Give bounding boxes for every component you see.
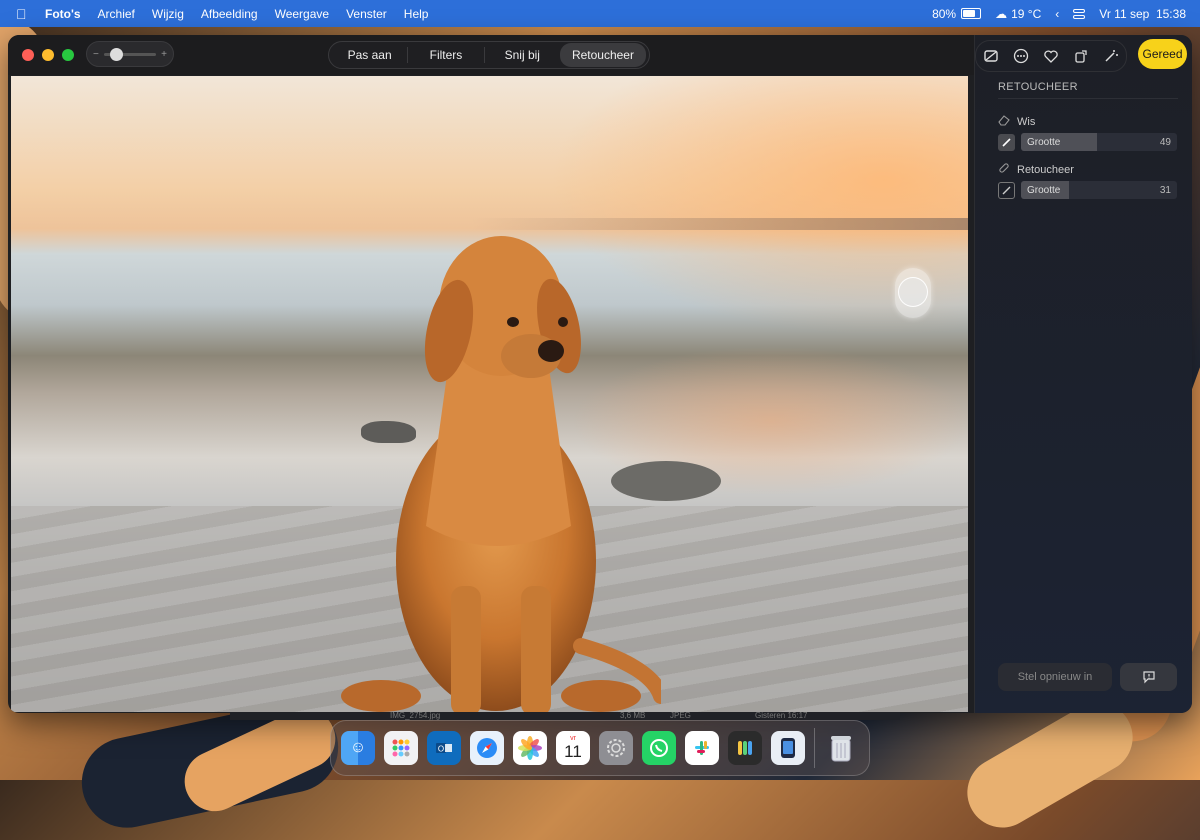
- feedback-button[interactable]: [1120, 663, 1177, 691]
- menu-archief[interactable]: Archief: [98, 7, 135, 21]
- photo-canvas[interactable]: [11, 76, 968, 712]
- photos-window: − + Pas aan Filters Snij bij Retoucheer: [8, 35, 1192, 713]
- info-size: 3,6 MB: [620, 712, 646, 720]
- svg-text:O: O: [438, 745, 444, 754]
- tab-snij-bij[interactable]: Snij bij: [485, 43, 560, 67]
- panel-icon-group: [975, 40, 1127, 72]
- battery-status[interactable]: 80%: [932, 6, 982, 21]
- launchpad-icon[interactable]: [384, 731, 418, 765]
- cloud-icon: ☁: [995, 6, 1008, 21]
- photo-dog: [341, 236, 661, 712]
- weather-status[interactable]: ☁ 19 °C: [995, 7, 1041, 21]
- photo-info-strip: IMG_2754.jpg 3,6 MB JPEG Gisteren 16:17: [230, 712, 900, 720]
- done-button[interactable]: Gereed: [1138, 39, 1187, 69]
- app-menu[interactable]: Foto's: [45, 7, 81, 21]
- trash-icon[interactable]: [824, 731, 858, 765]
- system-settings-icon[interactable]: [599, 731, 633, 765]
- apple-menu-icon[interactable]: : [16, 6, 28, 22]
- feedback-bubble-icon: [1142, 671, 1155, 684]
- favorite-heart-icon[interactable]: [1043, 48, 1060, 65]
- retouch-section-header: Retoucheer: [998, 162, 1074, 177]
- tab-pas-aan[interactable]: Pas aan: [332, 43, 407, 67]
- auto-enhance-wand-icon[interactable]: [1103, 48, 1120, 65]
- whatsapp-icon[interactable]: [642, 731, 676, 765]
- safari-icon[interactable]: [470, 731, 504, 765]
- edit-toolbar: − + Pas aan Filters Snij bij Retoucheer: [8, 35, 974, 75]
- more-options-icon[interactable]: [1013, 48, 1030, 65]
- slack-icon[interactable]: [685, 731, 719, 765]
- erase-size-slider[interactable]: Grootte 49: [1021, 133, 1177, 151]
- simulator-icon[interactable]: [771, 731, 805, 765]
- calendar-icon[interactable]: vr 11: [556, 731, 590, 765]
- tab-filters[interactable]: Filters: [408, 43, 483, 67]
- erase-section-header: Wis: [998, 114, 1035, 129]
- keychain-icon[interactable]: [728, 731, 762, 765]
- zoom-plus-icon[interactable]: +: [161, 49, 167, 60]
- tab-retoucheer[interactable]: Retoucheer: [559, 43, 646, 67]
- zoom-slider[interactable]: − +: [86, 41, 174, 67]
- retouch-tool-row: Grootte 31: [998, 181, 1177, 199]
- weather-temperature: 19 °C: [1011, 6, 1042, 21]
- zoom-track[interactable]: [103, 47, 157, 61]
- rotate-icon[interactable]: [1073, 48, 1090, 65]
- clock[interactable]: Vr 11 sep 15:38: [1099, 7, 1186, 21]
- battery-percent: 80%: [932, 6, 957, 21]
- zoom-knob[interactable]: [109, 47, 123, 61]
- menu-wijzig[interactable]: Wijzig: [152, 7, 184, 21]
- edit-mode-tabs: Pas aan Filters Snij bij Retoucheer: [328, 41, 650, 69]
- retouch-slider-label: Grootte: [1027, 185, 1061, 196]
- control-center-icon[interactable]: [1073, 8, 1086, 19]
- chevron-left-icon[interactable]: ‹: [1055, 7, 1059, 21]
- info-status: Gisteren 16:17: [755, 712, 808, 720]
- eraser-icon: [998, 114, 1010, 129]
- photos-icon[interactable]: [513, 731, 547, 765]
- erase-slider-label: Grootte: [1027, 137, 1061, 148]
- retouch-size-slider[interactable]: Grootte 31: [1021, 181, 1177, 199]
- zoom-minus-icon[interactable]: −: [93, 49, 99, 60]
- retouch-slider-value: 31: [1159, 185, 1171, 196]
- menu-bar:  Foto's Archief Wijzig Afbeelding Weerg…: [0, 0, 1200, 27]
- minimize-button[interactable]: [42, 49, 54, 61]
- brush-cursor: [895, 268, 931, 318]
- finder-icon[interactable]: ☺: [341, 731, 375, 765]
- outlook-icon[interactable]: O: [427, 731, 461, 765]
- bandage-icon: [998, 162, 1010, 177]
- erase-slider-value: 49: [1159, 137, 1171, 148]
- menu-weergave[interactable]: Weergave: [275, 7, 329, 21]
- retouch-brush-button[interactable]: [998, 181, 1015, 199]
- retouch-label: Retoucheer: [1017, 163, 1074, 176]
- battery-icon: [961, 8, 982, 19]
- calendar-day: 11: [564, 742, 582, 761]
- retouch-panel: Gereed RETOUCHEER Wis Grootte 49 Retouch…: [974, 35, 1192, 713]
- erase-brush-button[interactable]: [998, 133, 1015, 151]
- info-filename: IMG_2754.jpg: [390, 712, 441, 720]
- compare-original-icon[interactable]: [983, 48, 1000, 65]
- erase-tool-row: Grootte 49: [998, 133, 1177, 151]
- menu-venster[interactable]: Venster: [346, 7, 387, 21]
- panel-title: RETOUCHEER: [998, 81, 1078, 93]
- menu-help[interactable]: Help: [404, 7, 429, 21]
- fullscreen-button[interactable]: [62, 49, 74, 61]
- divider: [998, 98, 1178, 99]
- menu-afbeelding[interactable]: Afbeelding: [201, 7, 258, 21]
- close-button[interactable]: [22, 49, 34, 61]
- dock: ☺ O vr 11: [330, 720, 870, 776]
- erase-label: Wis: [1017, 115, 1036, 128]
- dock-separator: [814, 728, 815, 768]
- window-controls: [22, 49, 74, 61]
- reset-button[interactable]: Stel opnieuw in: [998, 663, 1112, 691]
- info-format: JPEG: [670, 712, 691, 720]
